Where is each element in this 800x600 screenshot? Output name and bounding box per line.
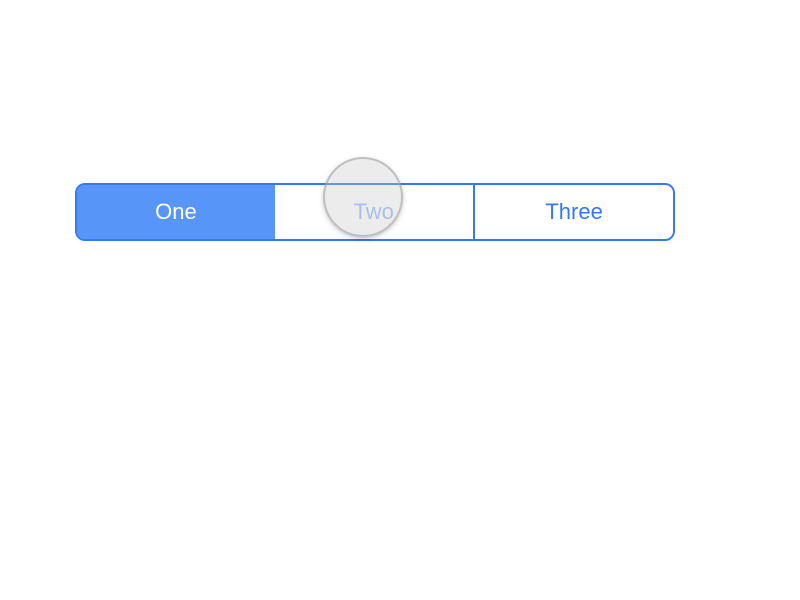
- segmented-control[interactable]: One Two Three: [75, 183, 675, 241]
- segment-one[interactable]: One: [77, 185, 275, 239]
- segment-two[interactable]: Two: [275, 185, 474, 239]
- segment-label: Two: [354, 199, 394, 225]
- segment-three[interactable]: Three: [475, 185, 673, 239]
- segment-label: One: [155, 199, 197, 225]
- segment-label: Three: [545, 199, 602, 225]
